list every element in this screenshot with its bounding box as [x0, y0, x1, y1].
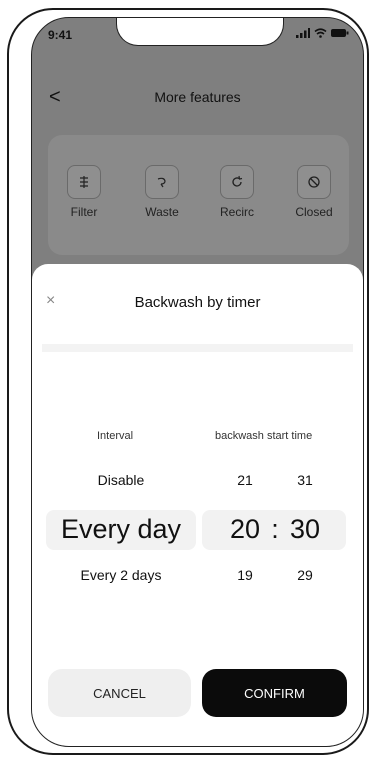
battery-icon — [331, 28, 349, 38]
interval-option[interactable]: Every 2 days — [46, 567, 196, 583]
sheet-title: Backwash by timer — [134, 294, 261, 311]
minute-option[interactable]: 29 — [285, 567, 325, 583]
interval-option[interactable]: Disable — [46, 472, 196, 488]
waste-icon — [145, 165, 179, 199]
minute-option[interactable]: 31 — [285, 472, 325, 488]
feature-recirc[interactable]: Recirc — [207, 165, 267, 219]
hour-option-selected[interactable]: 20 — [225, 514, 265, 545]
feature-label: Filter — [70, 205, 98, 219]
recirc-icon — [220, 165, 254, 199]
start-time-label: backwash start time — [215, 430, 313, 442]
wifi-icon — [314, 28, 327, 38]
features-card: Filter Waste Recirc Closed — [48, 135, 349, 255]
feature-label: Recirc — [219, 205, 254, 219]
time-separator: : — [271, 514, 279, 544]
minute-option-selected[interactable]: 30 — [285, 514, 325, 545]
signal-icon — [296, 28, 310, 38]
hour-option[interactable]: 19 — [225, 567, 265, 583]
phone-screen: 9:41 < More features Filter Waste Recirc… — [31, 17, 364, 747]
status-icons — [296, 28, 349, 38]
feature-closed[interactable]: Closed — [284, 165, 344, 219]
feature-label: Waste — [145, 205, 179, 219]
notch — [116, 18, 284, 46]
closed-icon — [297, 165, 331, 199]
hour-option[interactable]: 21 — [225, 472, 265, 488]
header: < More features — [32, 86, 363, 110]
interval-label: Interval — [97, 430, 134, 442]
interval-option-selected[interactable]: Every day — [46, 514, 196, 545]
cancel-button[interactable]: CANCEL — [48, 669, 191, 717]
confirm-button[interactable]: CONFIRM — [202, 669, 347, 717]
feature-label: Closed — [295, 205, 333, 219]
status-time: 9:41 — [48, 28, 73, 42]
divider — [42, 344, 353, 352]
bottom-sheet: × Backwash by timer Interval backwash st… — [32, 264, 363, 746]
feature-waste[interactable]: Waste — [132, 165, 192, 219]
feature-filter[interactable]: Filter — [54, 165, 114, 219]
filter-icon — [67, 165, 101, 199]
page-title: More features — [154, 89, 241, 105]
